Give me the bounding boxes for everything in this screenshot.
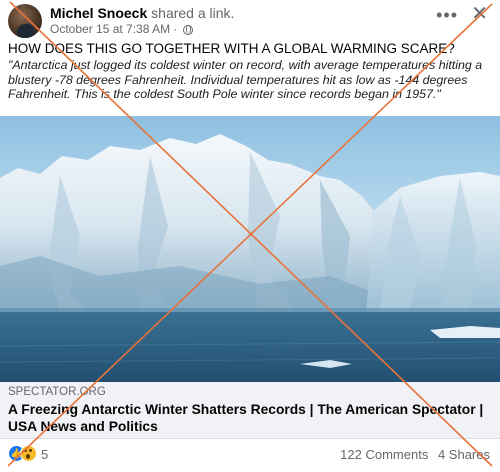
reaction-count: 5: [41, 447, 49, 462]
author-name[interactable]: Michel Snoeck: [50, 5, 147, 21]
share-action-text: shared a link.: [151, 5, 235, 21]
post-meta: October 15 at 7:38 AM ·: [50, 22, 194, 36]
author-avatar[interactable]: [8, 4, 42, 38]
author-line: Michel Snoeck shared a link.: [50, 5, 234, 21]
more-options-icon[interactable]: •••: [436, 6, 458, 24]
link-preview-footer[interactable]: SPECTATOR.ORG A Freezing Antarctic Winte…: [0, 382, 500, 439]
close-icon[interactable]: ✕: [471, 3, 488, 25]
iceberg-illustration: [0, 134, 500, 382]
post-quote: "Antarctica just logged its coldest wint…: [8, 58, 483, 101]
link-domain: SPECTATOR.ORG: [8, 386, 106, 398]
globe-icon: [183, 25, 194, 35]
post-headline: HOW DOES THIS GO TOGETHER WITH A GLOBAL …: [8, 41, 455, 56]
link-title[interactable]: A Freezing Antarctic Winter Shatters Rec…: [8, 401, 496, 435]
facebook-post: Michel Snoeck shared a link. October 15 …: [0, 0, 500, 472]
post-timestamp[interactable]: October 15 at 7:38 AM: [50, 22, 170, 36]
comments-count[interactable]: 122 Comments: [340, 447, 428, 462]
engagement-counts: 122 Comments 4 Shares: [340, 447, 490, 462]
shares-count[interactable]: 4 Shares: [438, 447, 490, 462]
wow-icon: [20, 445, 37, 462]
meta-separator: ·: [173, 22, 178, 36]
post-header: Michel Snoeck shared a link. October 15 …: [8, 3, 492, 38]
iceberg-image[interactable]: [0, 116, 500, 382]
